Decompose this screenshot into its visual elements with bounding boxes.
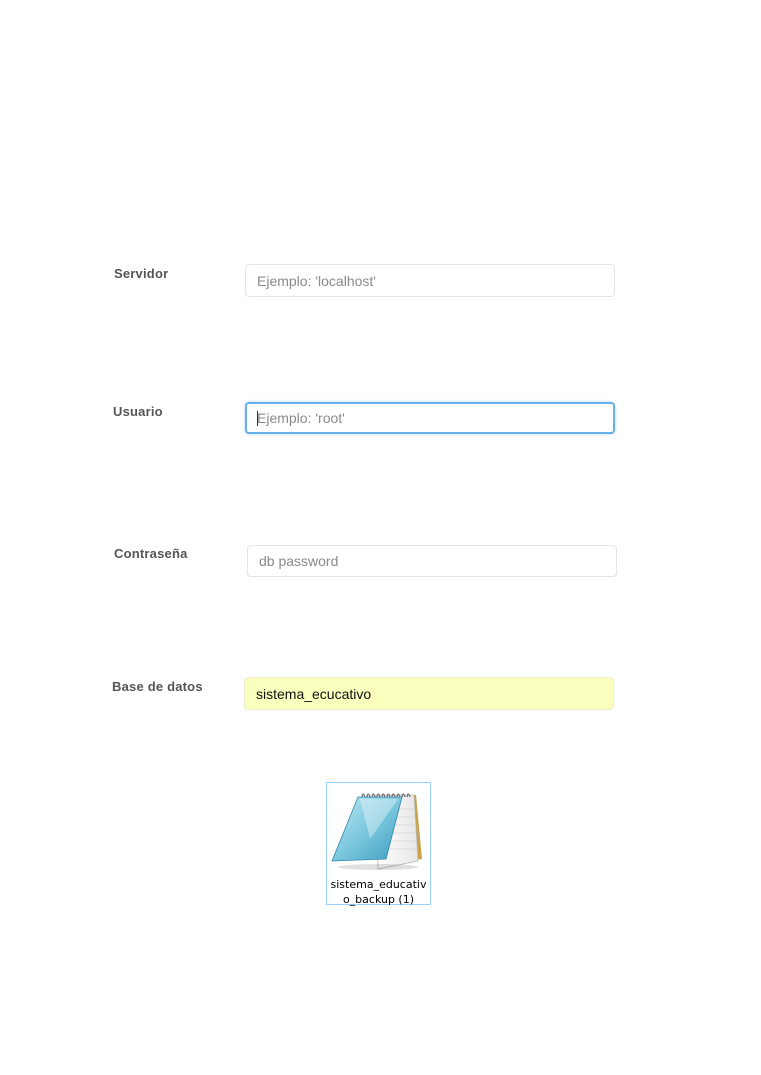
file-name-line-2: o_backup (1): [342, 893, 415, 906]
user-input[interactable]: [245, 402, 615, 434]
database-input[interactable]: [244, 677, 614, 710]
server-label: Servidor: [114, 266, 169, 281]
password-label: Contraseña: [114, 546, 188, 561]
database-label: Base de datos: [112, 679, 203, 694]
password-input[interactable]: [247, 545, 617, 577]
text-caret: [257, 411, 258, 426]
file-name-line-1: sistema_educativ: [330, 878, 427, 891]
backup-file-item[interactable]: sistema_educativ o_backup (1): [326, 782, 431, 907]
server-input[interactable]: [245, 264, 615, 297]
user-label: Usuario: [113, 404, 163, 419]
file-name-label: sistema_educativ o_backup (1): [327, 877, 430, 907]
notepad-icon: [331, 793, 422, 870]
